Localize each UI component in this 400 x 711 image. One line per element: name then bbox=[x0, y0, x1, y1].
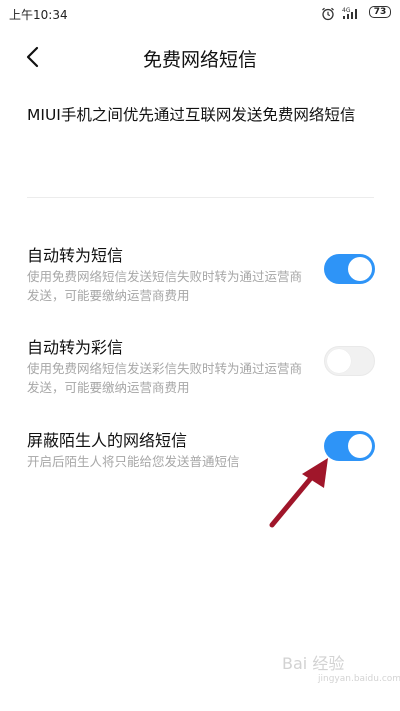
annotation-arrow-icon bbox=[269, 458, 328, 528]
watermark: Bai 经验 bbox=[282, 654, 345, 673]
page-title: 免费网络短信 bbox=[142, 49, 257, 71]
setting-subtitle: 使用免费网络短信发送短信失败时转为通过运营商发送，可能要缴纳运营商费用 bbox=[27, 269, 303, 303]
signal-icon: 4G bbox=[342, 5, 364, 24]
status-bar: 上午10:34 4G 73 bbox=[0, 0, 400, 28]
status-time: 上午10:34 bbox=[9, 8, 68, 22]
toggle-knob bbox=[327, 349, 351, 373]
setting-title: 自动转为短信 bbox=[27, 246, 124, 265]
setting-row-block-strangers[interactable]: 屏蔽陌生人的网络短信 开启后陌生人将只能给您发送普通短信 bbox=[0, 427, 400, 472]
alarm-icon bbox=[321, 6, 335, 25]
setting-title: 屏蔽陌生人的网络短信 bbox=[27, 431, 188, 450]
battery-icon: 73 bbox=[369, 6, 391, 18]
network-type: 4G bbox=[342, 7, 351, 14]
watermark-url: jingyan.baidu.com bbox=[318, 674, 400, 684]
setting-title: 自动转为彩信 bbox=[27, 338, 124, 357]
section-divider bbox=[27, 197, 374, 198]
auto-sms-toggle[interactable] bbox=[324, 254, 375, 284]
feature-description: MIUI手机之间优先通过互联网发送免费网络短信 bbox=[27, 106, 356, 124]
auto-mms-toggle[interactable] bbox=[324, 346, 375, 376]
toggle-knob bbox=[348, 434, 372, 458]
setting-subtitle: 使用免费网络短信发送彩信失败时转为通过运营商发送，可能要缴纳运营商费用 bbox=[27, 361, 303, 395]
setting-row-auto-mms[interactable]: 自动转为彩信 使用免费网络短信发送彩信失败时转为通过运营商发送，可能要缴纳运营商… bbox=[0, 334, 400, 395]
toggle-knob bbox=[348, 257, 372, 281]
setting-row-auto-sms[interactable]: 自动转为短信 使用免费网络短信发送短信失败时转为通过运营商发送，可能要缴纳运营商… bbox=[0, 242, 400, 303]
